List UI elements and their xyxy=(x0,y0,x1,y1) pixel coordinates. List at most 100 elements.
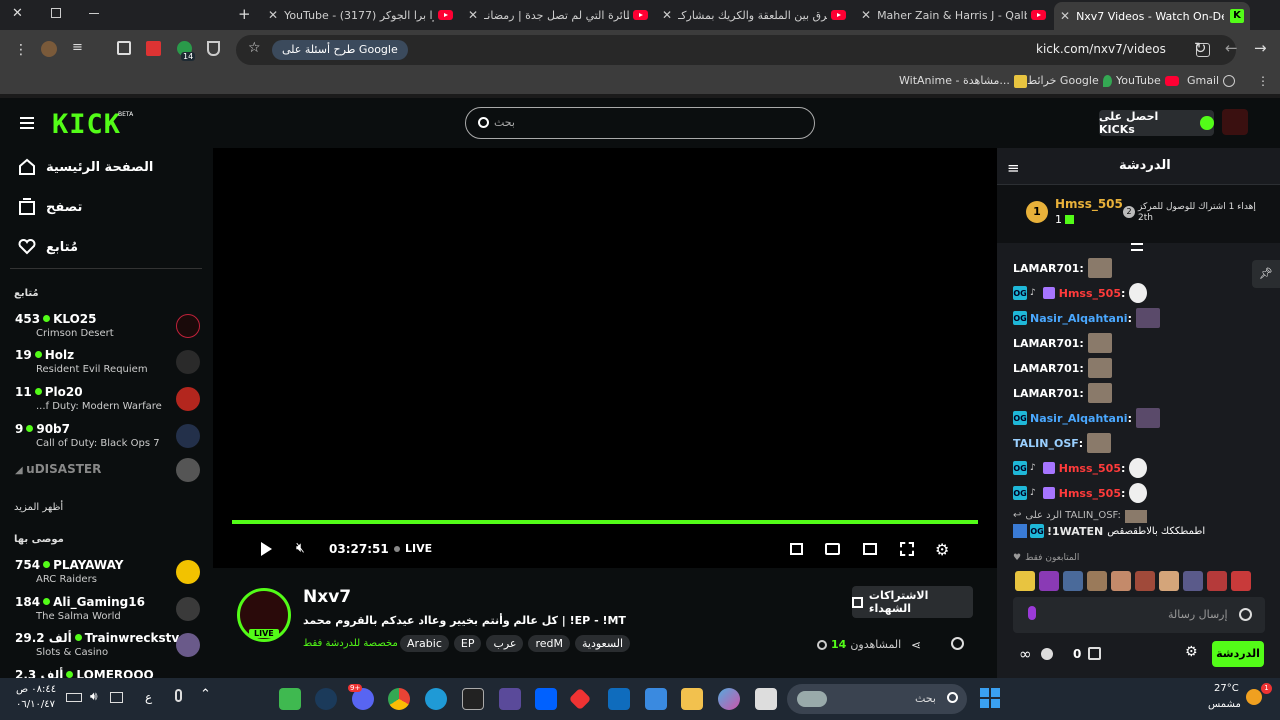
emote-icon[interactable] xyxy=(1111,571,1131,591)
store-icon[interactable] xyxy=(645,688,667,710)
emote-icon[interactable] xyxy=(1183,571,1203,591)
tab-youtube-4[interactable]: ✕ Maher Zain & Harris J - Qalbi Fi... xyxy=(855,2,1050,28)
chat-username[interactable]: LAMAR701 xyxy=(1013,387,1079,400)
shield-icon[interactable] xyxy=(207,41,220,56)
user-avatar[interactable] xyxy=(1222,109,1248,135)
channel-lomerooo[interactable]: 2.3 ألف LOMEROOO xyxy=(15,668,200,678)
chat-filter-icon[interactable] xyxy=(1131,243,1143,251)
forward-icon[interactable]: ← xyxy=(1225,39,1238,57)
menu-dots-icon[interactable]: ⋮ xyxy=(14,42,28,58)
dropbox-icon[interactable] xyxy=(535,688,557,710)
start-windows-icon[interactable] xyxy=(980,688,1000,708)
copilot-icon[interactable] xyxy=(718,688,740,710)
channel-klo25[interactable]: 453 KLO25 Crimson Desert xyxy=(15,312,200,346)
video-player[interactable]: 🔇︎ 03:27:51 LIVE ⚙ xyxy=(213,148,997,568)
chat-username[interactable]: LAMAR701 xyxy=(1013,262,1079,275)
extension-m-icon[interactable] xyxy=(146,41,161,56)
google-lens-chip[interactable]: طرح أسئلة على Google xyxy=(272,40,408,60)
chat-username[interactable]: Hmss_505 xyxy=(1059,462,1121,475)
minimize-window-icon[interactable] xyxy=(89,13,99,14)
tag-chip[interactable]: Arabic xyxy=(400,635,449,652)
bookmark-gmail[interactable]: Gmail xyxy=(1187,74,1236,87)
extension-icon[interactable] xyxy=(41,41,57,57)
file-explorer-icon[interactable] xyxy=(681,688,703,710)
chat-username[interactable]: Nasir_Alqahtani xyxy=(1030,412,1128,425)
reload-icon[interactable]: ↻ xyxy=(1194,39,1207,57)
tag-chip[interactable]: redM xyxy=(528,635,570,652)
tab-close-icon[interactable]: ✕ xyxy=(468,8,478,22)
emote-icon[interactable] xyxy=(1063,571,1083,591)
kick-logo[interactable]: KICK BETA xyxy=(52,109,133,140)
gift-subs-button[interactable]: الاشتراكات الشهداء xyxy=(852,586,973,618)
get-kicks-button[interactable]: احصل على KICKs xyxy=(1099,110,1214,136)
weather-temp[interactable]: 27°C xyxy=(1214,683,1239,694)
settings-gear-icon[interactable]: ⚙ xyxy=(935,540,949,559)
mute-icon[interactable]: 🔇︎ xyxy=(296,540,305,556)
tag-chip[interactable]: عرب xyxy=(486,635,524,652)
nav-following[interactable]: مُتابع xyxy=(18,238,78,256)
emote-icon[interactable] xyxy=(1231,571,1251,591)
bookmarks-menu-icon[interactable]: ⋮ xyxy=(1257,74,1269,88)
chat-username[interactable]: TALIN_OSF xyxy=(1013,437,1079,450)
channel-90b7[interactable]: 9 90b7 Call of Duty: Black Ops 7 xyxy=(15,422,200,456)
leader-name[interactable]: Hmss_505 xyxy=(1055,197,1123,211)
chat-input[interactable]: إرسال رسالة xyxy=(1013,597,1265,633)
tab-close-icon[interactable]: ✕ xyxy=(1060,9,1070,23)
channel-playaway[interactable]: 754 PLAYAWAY ARC Raiders xyxy=(15,558,200,592)
microphone-icon[interactable] xyxy=(1028,606,1036,620)
chat-username[interactable]: LAMAR701 xyxy=(1013,362,1079,375)
taskbar-search[interactable]: بحث xyxy=(787,684,967,714)
progress-bar[interactable] xyxy=(232,520,978,524)
emote-icon[interactable] xyxy=(1087,571,1107,591)
app-icon-white[interactable] xyxy=(755,688,777,710)
share-icon[interactable]: ⋖ xyxy=(911,638,921,652)
app-icon-green[interactable] xyxy=(279,688,301,710)
channel-title[interactable]: Nxv7 xyxy=(303,587,351,607)
outlook-icon[interactable] xyxy=(608,688,630,710)
bookmark-maps[interactable]: خرائط Google xyxy=(1027,74,1112,87)
app-icon-red[interactable] xyxy=(568,687,592,711)
chat-username[interactable]: LAMAR701 xyxy=(1013,337,1079,350)
edge-icon[interactable] xyxy=(425,688,447,710)
tab-youtube-2[interactable]: ✕ الطائرة التي لم تصل جدة | رمضانـ xyxy=(462,2,652,28)
collapse-chat-icon[interactable]: ≡ xyxy=(1007,159,1020,177)
follow-user-icon[interactable] xyxy=(951,637,964,650)
hamburger-menu-icon[interactable] xyxy=(20,117,34,129)
microphone-icon[interactable] xyxy=(175,689,182,702)
show-more-link[interactable]: أظهر المزيد xyxy=(14,502,63,513)
emote-icon[interactable] xyxy=(1159,571,1179,591)
miniplayer-icon[interactable] xyxy=(790,543,803,555)
nav-browse[interactable]: تصفح xyxy=(18,198,82,216)
emote-icon[interactable] xyxy=(1207,571,1227,591)
bookmark-youtube[interactable]: YouTube xyxy=(1116,74,1179,87)
tag-chip[interactable]: EP xyxy=(453,635,482,652)
channel-plo20[interactable]: 11 Plo20 ...f Duty: Modern Warfare xyxy=(15,385,200,419)
theater-mode-icon[interactable] xyxy=(863,543,877,555)
channel-ali-gaming16[interactable]: 184 Ali_Gaming16 The Salma World xyxy=(15,595,200,629)
channel-holz[interactable]: 19 Holz Resident Evil Requiem xyxy=(15,348,200,382)
address-bar[interactable]: ☆ طرح أسئلة على Google kick.com/nxv7/vid… xyxy=(236,35,1236,65)
network-icon[interactable] xyxy=(110,692,123,703)
tab-youtube-1[interactable]: ✕ YouTube - (3177) برا برا الجوكر xyxy=(262,2,457,28)
pin-icon[interactable]: 📌︎ xyxy=(1252,260,1280,288)
bookmark-witanime[interactable]: WitAnime - مشاهدة... xyxy=(899,74,1027,88)
nav-home[interactable]: الصفحة الرئيسية xyxy=(18,158,153,176)
language-indicator[interactable]: ع xyxy=(145,690,152,704)
tag-chip[interactable]: السعودية xyxy=(575,635,631,652)
battery-icon[interactable] xyxy=(66,693,82,702)
tab-kick-active[interactable]: ✕ Nxv7 Videos - Watch On-Demand K xyxy=(1054,2,1250,30)
emote-icon[interactable] xyxy=(1135,571,1155,591)
fullscreen-icon[interactable] xyxy=(900,542,914,556)
points-icon[interactable] xyxy=(1041,648,1053,660)
extensions-puzzle-icon[interactable] xyxy=(117,41,131,55)
app-icon-purple[interactable] xyxy=(499,688,521,710)
tab-youtube-3[interactable]: ✕ الفرق بين الملعقة والكريك بمشاركـ xyxy=(656,2,850,28)
url-text[interactable]: kick.com/nxv7/videos xyxy=(1036,42,1166,56)
chat-username[interactable]: !1WATEN xyxy=(1047,525,1103,538)
clip-icon[interactable] xyxy=(825,543,840,555)
steam-icon[interactable] xyxy=(315,688,337,710)
emote-icon[interactable] xyxy=(1039,571,1059,591)
bookmark-star-icon[interactable]: ☆ xyxy=(248,40,261,56)
tab-close-icon[interactable]: ✕ xyxy=(861,8,871,22)
volume-icon[interactable]: 🔊︎ xyxy=(90,689,98,704)
